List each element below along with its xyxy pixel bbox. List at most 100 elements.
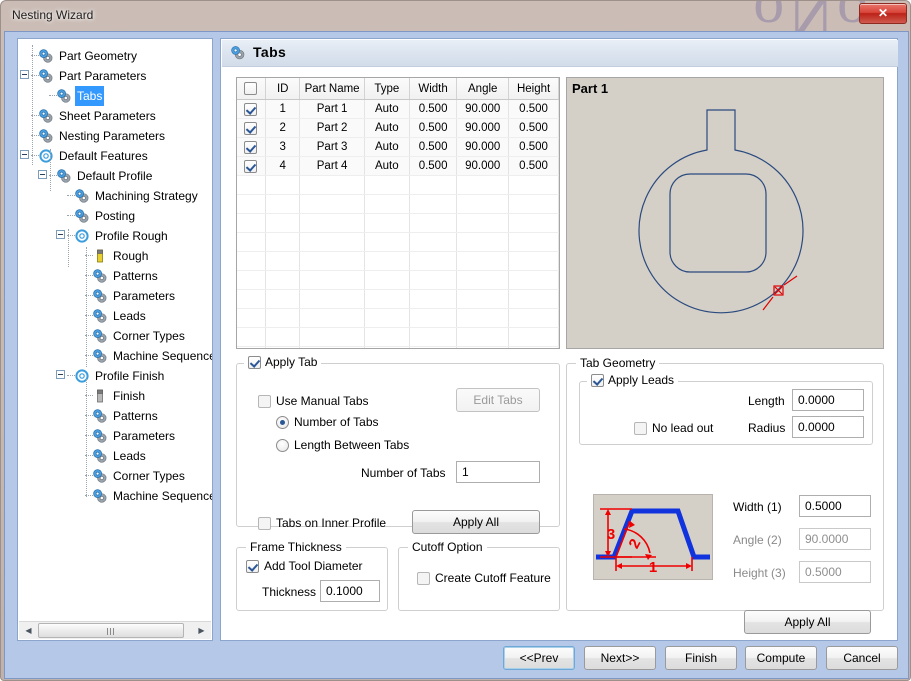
- cell-angle[interactable]: 90.000: [456, 137, 510, 157]
- cell-id[interactable]: 1: [265, 99, 301, 119]
- cell-name[interactable]: Part 4: [299, 156, 365, 176]
- tree-item-leads[interactable]: Leads: [18, 305, 212, 325]
- table-row[interactable]: 2 Part 2 Auto 0.500 90.000 0.500: [237, 118, 559, 138]
- cell-name[interactable]: Part 3: [299, 137, 365, 157]
- column-header-part-name[interactable]: Part Name: [299, 78, 365, 100]
- close-icon[interactable]: ✕: [859, 3, 907, 24]
- cell-type[interactable]: Auto: [364, 137, 410, 157]
- radius-input[interactable]: 0.0000: [792, 416, 864, 438]
- create-cutoff-feature-checkbox[interactable]: [417, 572, 430, 586]
- no-lead-out-checkbox[interactable]: [634, 422, 647, 436]
- angle-input[interactable]: 90.0000: [799, 528, 871, 550]
- row-select-cell[interactable]: [237, 99, 266, 119]
- tree-item-sheet-parameters[interactable]: Sheet Parameters: [18, 105, 212, 125]
- add-tool-diameter-row[interactable]: Add Tool Diameter: [246, 559, 363, 574]
- cell-height[interactable]: 0.500: [508, 156, 559, 176]
- select-all-header[interactable]: [237, 78, 266, 100]
- cell-name[interactable]: Part 1: [299, 99, 365, 119]
- cell-angle[interactable]: 90.000: [456, 156, 510, 176]
- row-select-cell[interactable]: [237, 118, 266, 138]
- tree-item-corner-types[interactable]: Corner Types: [18, 325, 212, 345]
- tabs-on-inner-profile-checkbox[interactable]: [258, 517, 271, 531]
- tree-item-profile-finish[interactable]: Profile Finish: [18, 365, 212, 385]
- tree-item-machine-sequence[interactable]: Machine Sequence: [18, 345, 212, 365]
- number-of-tabs-radio-row[interactable]: Number of Tabs: [276, 415, 379, 430]
- apply-tab-caption[interactable]: Apply Tab: [244, 355, 322, 370]
- apply-tab-checkbox[interactable]: [248, 356, 261, 370]
- cell-width[interactable]: 0.500: [409, 156, 458, 176]
- number-of-tabs-input[interactable]: 1: [456, 461, 540, 483]
- parts-table[interactable]: ID Part Name Type Width Angle Height 1 Part 1 Au…: [237, 78, 559, 348]
- footer-button-cancel[interactable]: Cancel: [826, 646, 898, 670]
- row-checkbox[interactable]: [244, 140, 258, 154]
- add-tool-diameter-checkbox[interactable]: [246, 560, 259, 574]
- height-input[interactable]: 0.5000: [799, 561, 871, 583]
- tree-item-finish[interactable]: Finish: [18, 385, 212, 405]
- tree-item-patterns[interactable]: Patterns: [18, 265, 212, 285]
- footer-button-compute[interactable]: Compute: [745, 646, 817, 670]
- cell-id[interactable]: 2: [265, 118, 301, 138]
- tree-item-posting[interactable]: Posting: [18, 205, 212, 225]
- scrollbar-thumb[interactable]: [38, 623, 184, 638]
- tree-item-parameters[interactable]: Parameters: [18, 425, 212, 445]
- footer-button-finish[interactable]: Finish: [665, 646, 737, 670]
- cell-width[interactable]: 0.500: [409, 118, 458, 138]
- tree-collapse-icon[interactable]: [38, 170, 47, 179]
- number-of-tabs-radio[interactable]: [276, 416, 289, 430]
- navigation-tree[interactable]: Part Geometry Part Parameters Tabs Sheet Pa…: [18, 39, 212, 619]
- tree-item-nesting-parameters[interactable]: Nesting Parameters: [18, 125, 212, 145]
- tree-item-machining-strategy[interactable]: Machining Strategy: [18, 185, 212, 205]
- cell-id[interactable]: 3: [265, 137, 301, 157]
- column-header-angle[interactable]: Angle: [456, 78, 510, 100]
- cell-angle[interactable]: 90.000: [456, 99, 510, 119]
- footer-button-prev[interactable]: <<Prev: [503, 646, 575, 670]
- cell-angle[interactable]: 90.000: [456, 118, 510, 138]
- length-between-tabs-radio[interactable]: [276, 439, 289, 453]
- tree-item-machine-sequence[interactable]: Machine Sequence: [18, 485, 212, 505]
- tree-item-default-features[interactable]: Default Features: [18, 145, 212, 165]
- scroll-left-arrow-icon[interactable]: ◀: [20, 622, 37, 639]
- footer-button-next[interactable]: Next>>: [584, 646, 656, 670]
- tree-item-tabs[interactable]: Tabs: [18, 85, 212, 106]
- row-select-cell[interactable]: [237, 137, 266, 157]
- no-lead-out-row[interactable]: No lead out: [634, 421, 713, 436]
- tree-item-leads[interactable]: Leads: [18, 445, 212, 465]
- cell-name[interactable]: Part 2: [299, 118, 365, 138]
- select-all-checkbox[interactable]: [244, 82, 258, 95]
- create-cutoff-feature-row[interactable]: Create Cutoff Feature: [417, 571, 551, 586]
- table-row[interactable]: 1 Part 1 Auto 0.500 90.000 0.500: [237, 99, 559, 119]
- cell-type[interactable]: Auto: [364, 156, 410, 176]
- row-checkbox[interactable]: [244, 102, 258, 116]
- use-manual-tabs-row[interactable]: Use Manual Tabs: [258, 394, 369, 409]
- tree-collapse-icon[interactable]: [56, 230, 65, 239]
- cell-height[interactable]: 0.500: [508, 137, 559, 157]
- row-select-cell[interactable]: [237, 156, 266, 176]
- tree-item-parameters[interactable]: Parameters: [18, 285, 212, 305]
- tabs-on-inner-profile-row[interactable]: Tabs on Inner Profile: [258, 516, 386, 531]
- table-row[interactable]: 4 Part 4 Auto 0.500 90.000 0.500: [237, 156, 559, 176]
- parts-table-container[interactable]: ID Part Name Type Width Angle Height 1 Part 1 Au…: [236, 77, 560, 349]
- tree-item-corner-types[interactable]: Corner Types: [18, 465, 212, 485]
- edit-tabs-button[interactable]: Edit Tabs: [456, 388, 540, 412]
- width-input[interactable]: 0.5000: [799, 495, 871, 517]
- thickness-input[interactable]: 0.1000: [320, 580, 380, 602]
- use-manual-tabs-checkbox[interactable]: [258, 395, 271, 409]
- apply-tab-apply-all-button[interactable]: Apply All: [412, 510, 540, 534]
- row-checkbox[interactable]: [244, 159, 258, 173]
- table-row[interactable]: 3 Part 3 Auto 0.500 90.000 0.500: [237, 137, 559, 157]
- tree-item-rough[interactable]: Rough: [18, 245, 212, 265]
- tree-horizontal-scrollbar[interactable]: ◀ ▶: [19, 621, 211, 639]
- column-header-width[interactable]: Width: [409, 78, 458, 100]
- tree-item-part-parameters[interactable]: Part Parameters: [18, 65, 212, 85]
- cell-width[interactable]: 0.500: [409, 99, 458, 119]
- cell-height[interactable]: 0.500: [508, 99, 559, 119]
- tree-item-part-geometry[interactable]: Part Geometry: [18, 45, 212, 65]
- tree-item-patterns[interactable]: Patterns: [18, 405, 212, 425]
- tree-item-profile-rough[interactable]: Profile Rough: [18, 225, 212, 245]
- tree-collapse-icon[interactable]: [20, 70, 29, 79]
- tree-item-default-profile[interactable]: Default Profile: [18, 165, 212, 185]
- cell-id[interactable]: 4: [265, 156, 301, 176]
- length-input[interactable]: 0.0000: [792, 389, 864, 411]
- cell-type[interactable]: Auto: [364, 118, 410, 138]
- scroll-right-arrow-icon[interactable]: ▶: [193, 622, 210, 639]
